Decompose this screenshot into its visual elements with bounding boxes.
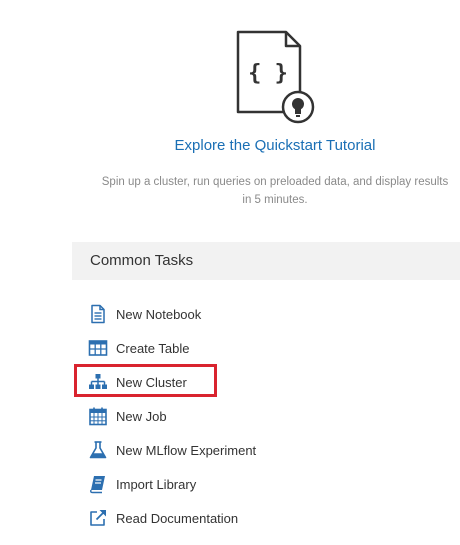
task-label: Read Documentation [116,510,239,526]
svg-text:{ }: { } [248,61,288,86]
quickstart-description: Spin up a cluster, run queries on preloa… [101,176,449,206]
calendar-icon [89,407,107,426]
task-label: New MLflow Experiment [116,442,257,458]
task-label: New Notebook [116,306,202,322]
quickstart-tutorial-link[interactable]: Explore the Quickstart Tutorial [0,137,460,154]
notebook-lightbulb-icon: { } [236,30,315,124]
external-link-icon [90,510,106,526]
task-label: New Job [116,408,167,424]
task-new-mlflow-experiment[interactable]: New MLflow Experiment [88,438,308,462]
task-import-library[interactable]: Import Library [88,472,308,496]
task-new-notebook[interactable]: New Notebook [88,302,308,326]
task-read-documentation[interactable]: Read Documentation [88,506,308,530]
library-icon [89,476,105,494]
new-cluster-highlight [74,364,217,397]
common-tasks-title: Common Tasks [90,252,194,269]
task-new-job[interactable]: New Job [88,404,308,428]
common-tasks-header: Common Tasks [72,242,460,280]
table-icon [88,340,108,356]
task-create-table[interactable]: Create Table [88,336,308,360]
task-label: Create Table [116,340,190,356]
notebook-icon [91,304,105,324]
task-label: Import Library [116,476,197,492]
flask-icon [89,441,107,459]
